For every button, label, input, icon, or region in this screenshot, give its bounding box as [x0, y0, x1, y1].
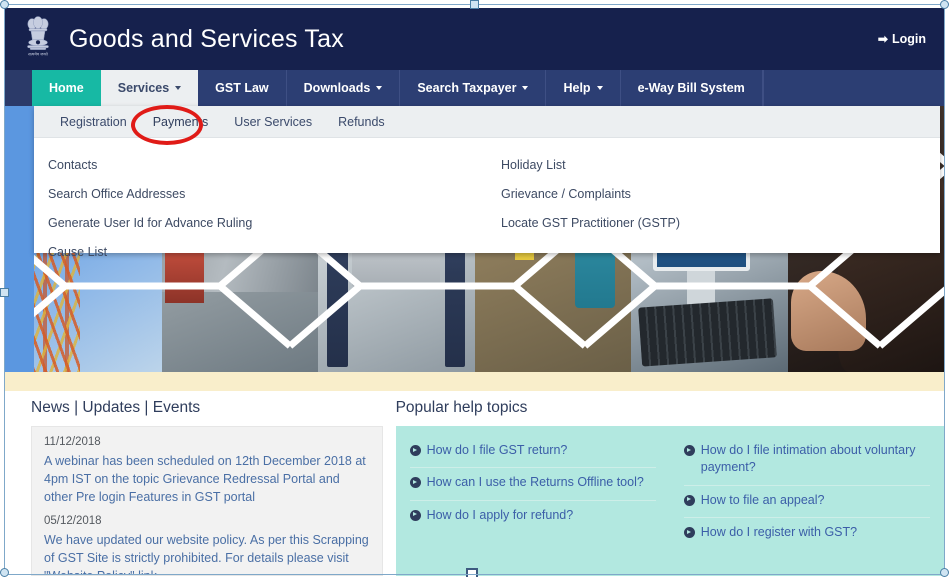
dropdown-link-search-office-addresses[interactable]: Search Office Addresses [48, 179, 487, 208]
subtab-refunds[interactable]: Refunds [325, 115, 398, 129]
help-topic-label: How do I file intimation about voluntary… [700, 443, 916, 475]
selection-handle-bottom-right[interactable] [940, 568, 949, 577]
chevron-down-icon [175, 86, 182, 90]
nav-label-home: Home [49, 81, 84, 95]
dropdown-right-column: Holiday List Grievance / Complaints Loca… [487, 150, 940, 253]
nav-item-search-taxpayer[interactable]: Search Taxpayer [400, 70, 547, 106]
help-section: Popular help topics How do I file GST re… [383, 391, 944, 576]
help-topic-intimation-voluntary-payment[interactable]: How do I file intimation about voluntary… [683, 436, 930, 486]
help-topic-apply-for-refund[interactable]: How do I apply for refund? [409, 501, 656, 532]
nav-label-services: Services [117, 81, 170, 95]
help-topic-label: How do I file GST return? [426, 443, 568, 457]
nav-item-gst-law[interactable]: GST Law [198, 70, 287, 106]
help-left-column: How do I file GST return? How can I use … [396, 436, 670, 564]
selection-handle-bottom-left[interactable] [0, 568, 9, 577]
login-label: Login [891, 32, 926, 46]
login-arrow-icon: ➡ [877, 32, 888, 46]
news-date: 11/12/2018 [44, 436, 101, 448]
nav-left-spacer [5, 70, 32, 106]
nav-label-eway-bill: e-Way Bill System [637, 81, 745, 95]
help-right-column: How do I file intimation about voluntary… [670, 436, 944, 564]
news-item-link[interactable]: A webinar has been scheduled on 12th Dec… [44, 453, 370, 506]
banner-bottom-strip [5, 372, 944, 391]
nav-label-gst-law: GST Law [215, 81, 269, 95]
help-section-title: Popular help topics [395, 399, 528, 416]
help-topics-panel: How do I file GST return? How can I use … [395, 426, 944, 576]
news-item-link[interactable]: We have updated our website policy. As p… [44, 532, 370, 575]
nav-label-downloads: Downloads [303, 81, 371, 95]
dropdown-link-contacts[interactable]: Contacts [48, 150, 487, 179]
dropdown-link-generate-user-id-advance-ruling[interactable]: Generate User Id for Advance Ruling [48, 208, 487, 237]
nav-item-help[interactable]: Help [546, 70, 621, 106]
page-title: Goods and Services Tax [69, 24, 344, 53]
help-topic-label: How do I register with GST? [700, 524, 858, 539]
arrow-right-circle-icon [409, 477, 421, 489]
dropdown-link-holiday-list[interactable]: Holiday List [501, 150, 940, 179]
selection-handle-top-left[interactable] [0, 0, 9, 9]
help-topic-file-gst-return[interactable]: How do I file GST return? [409, 436, 656, 469]
dropdown-link-grievance-complaints[interactable]: Grievance / Complaints [501, 179, 940, 208]
help-topic-label: How do I apply for refund? [426, 507, 574, 522]
login-button[interactable]: ➡ Login [878, 32, 926, 46]
arrow-right-circle-icon [683, 445, 695, 456]
services-dropdown-links: Contacts Search Office Addresses Generat… [34, 138, 940, 259]
help-topic-label: How can I use the Returns Offline tool? [426, 475, 644, 490]
chevron-down-icon [596, 86, 603, 90]
arrow-right-circle-icon [683, 494, 695, 506]
news-section: News | Updates | Events 11/12/2018 A web… [5, 391, 383, 576]
dropdown-link-cause-list[interactable]: Cause List [48, 237, 487, 266]
nav-label-search-taxpayer: Search Taxpayer [417, 81, 517, 95]
main-navigation: Home Services GST Law Downloads Search T… [5, 70, 944, 106]
subtab-registration[interactable]: Registration [47, 115, 140, 129]
svg-text:सत्यमेव जयते: सत्यमेव जयते [28, 52, 48, 57]
news-list: 11/12/2018 A webinar has been scheduled … [31, 426, 383, 576]
page-bottom-widget [466, 568, 478, 577]
nav-label-help: Help [563, 81, 591, 95]
site-header: सत्यमेव जयते Goods and Services Tax ➡ Lo… [5, 8, 944, 70]
subtab-payments[interactable]: Payments [140, 115, 222, 129]
help-topic-returns-offline-tool[interactable]: How can I use the Returns Offline tool? [409, 468, 656, 501]
banner-left-rail [5, 106, 34, 372]
chevron-down-icon [522, 86, 529, 90]
services-subtabs: Registration Payments User Services Refu… [34, 106, 940, 138]
nav-right-fill [762, 70, 944, 106]
services-dropdown-panel: Registration Payments User Services Refu… [34, 106, 940, 259]
nav-item-downloads[interactable]: Downloads [287, 70, 401, 106]
arrow-right-circle-icon [683, 526, 695, 538]
nav-item-services[interactable]: Services [100, 70, 199, 106]
selection-handle-top-right[interactable] [940, 0, 949, 9]
selection-handle-top-center[interactable] [470, 0, 479, 9]
nav-item-home[interactable]: Home [32, 70, 101, 106]
nav-item-eway-bill-system[interactable]: e-Way Bill System [621, 70, 763, 106]
dropdown-link-locate-gst-practitioner[interactable]: Locate GST Practitioner (GSTP) [501, 208, 940, 237]
india-national-emblem-icon: सत्यमेव जयते [21, 15, 55, 63]
selection-handle-middle-left[interactable] [0, 288, 9, 297]
news-date: 05/12/2018 [44, 515, 102, 528]
lower-content: News | Updates | Events 11/12/2018 A web… [5, 391, 944, 576]
chevron-down-icon [376, 86, 383, 90]
subtab-user-services[interactable]: User Services [221, 115, 325, 129]
news-section-title: News | Updates | Events [31, 399, 201, 416]
arrow-right-circle-icon [409, 445, 421, 456]
arrow-right-circle-icon [409, 509, 421, 521]
gst-portal-page: सत्यमेव जयते Goods and Services Tax ➡ Lo… [0, 0, 949, 577]
dropdown-left-column: Contacts Search Office Addresses Generat… [34, 150, 487, 259]
help-topic-label: How to file an appeal? [700, 492, 825, 507]
help-topic-file-an-appeal[interactable]: How to file an appeal? [683, 486, 930, 518]
help-topic-register-with-gst[interactable]: How do I register with GST? [683, 518, 930, 549]
